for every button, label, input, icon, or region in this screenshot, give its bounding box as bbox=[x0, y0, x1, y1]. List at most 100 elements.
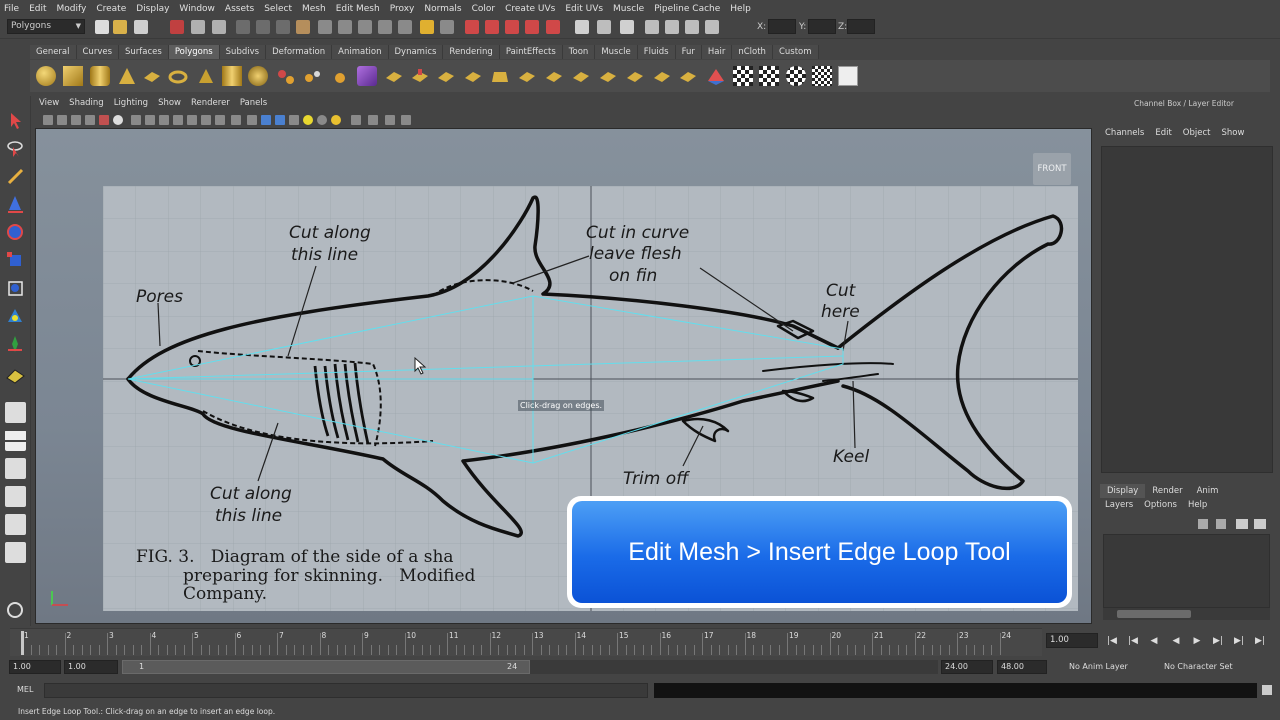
shadows-icon[interactable] bbox=[317, 115, 327, 125]
delete-edge-icon[interactable] bbox=[625, 66, 645, 86]
mirror-icon[interactable] bbox=[652, 66, 672, 86]
select-camera-icon[interactable] bbox=[43, 115, 53, 125]
safe-action-icon[interactable] bbox=[201, 115, 211, 125]
planar-map-icon[interactable] bbox=[706, 66, 726, 86]
last-tool-used-icon[interactable] bbox=[5, 364, 26, 385]
tab-deformation[interactable]: Deformation bbox=[266, 45, 333, 59]
snap-curve-icon[interactable] bbox=[256, 20, 270, 34]
tab-surfaces[interactable]: Surfaces bbox=[119, 45, 169, 59]
x-field[interactable] bbox=[768, 19, 796, 34]
bevel-icon[interactable] bbox=[490, 66, 510, 86]
tab-toon[interactable]: Toon bbox=[562, 45, 596, 59]
snap-surface-icon[interactable] bbox=[296, 20, 310, 34]
menu-select[interactable]: Select bbox=[264, 4, 292, 14]
rotate-tool-icon[interactable] bbox=[5, 222, 26, 243]
poly-cone-icon[interactable] bbox=[117, 66, 137, 86]
tab-fluids[interactable]: Fluids bbox=[637, 45, 676, 59]
go-to-start-icon[interactable]: |◀ bbox=[1106, 636, 1118, 646]
viewport-menu-show[interactable]: Show bbox=[158, 98, 181, 112]
poly-pipe-icon[interactable] bbox=[222, 66, 242, 86]
step-back-key-icon[interactable]: |◀ bbox=[1127, 636, 1139, 646]
lock-icon[interactable] bbox=[420, 20, 434, 34]
select-by-hierarchy-icon[interactable] bbox=[170, 20, 184, 34]
panel-toggle-icon[interactable] bbox=[620, 20, 634, 34]
viewport-menu-renderer[interactable]: Renderer bbox=[191, 98, 230, 112]
tab-polygons[interactable]: Polygons bbox=[168, 45, 220, 59]
layer-move-down-icon[interactable] bbox=[1254, 519, 1266, 529]
menu-help[interactable]: Help bbox=[730, 4, 751, 14]
current-frame-marker[interactable] bbox=[21, 631, 24, 655]
playback-start-field[interactable]: 1.00 bbox=[64, 660, 118, 674]
gate-mask-icon[interactable] bbox=[173, 115, 183, 125]
new-layer-from-selected-icon[interactable] bbox=[1216, 519, 1226, 529]
y-field[interactable] bbox=[808, 19, 836, 34]
tab-fur[interactable]: Fur bbox=[675, 45, 702, 59]
script-editor-icon[interactable] bbox=[1262, 685, 1272, 695]
tab-rendering[interactable]: Rendering bbox=[443, 45, 500, 59]
poly-cylinder-icon[interactable] bbox=[90, 66, 110, 86]
viewport-menu-shading[interactable]: Shading bbox=[69, 98, 104, 112]
viewport-menu-lighting[interactable]: Lighting bbox=[114, 98, 148, 112]
range-slider-track[interactable]: 1 24 bbox=[122, 660, 938, 674]
grid-icon[interactable] bbox=[131, 115, 141, 125]
merge-icon[interactable] bbox=[571, 66, 591, 86]
menu-muscle[interactable]: Muscle bbox=[613, 4, 644, 14]
tool-settings-icon[interactable] bbox=[665, 20, 679, 34]
append-polygon-icon[interactable] bbox=[436, 66, 456, 86]
select-by-object-icon[interactable] bbox=[191, 20, 205, 34]
combine-icon[interactable] bbox=[276, 66, 296, 86]
mel-input[interactable] bbox=[44, 683, 648, 698]
tab-anim-layers[interactable]: Anim bbox=[1189, 484, 1226, 498]
menu-pipeline-cache[interactable]: Pipeline Cache bbox=[654, 4, 720, 14]
select-tool-icon[interactable] bbox=[5, 110, 26, 131]
tab-animation[interactable]: Animation bbox=[332, 45, 389, 59]
anim-layer-label[interactable]: No Anim Layer bbox=[1069, 662, 1128, 671]
use-all-lights-icon[interactable] bbox=[303, 115, 313, 125]
layers-menu[interactable]: Layers bbox=[1105, 500, 1133, 510]
step-forward-frame-icon[interactable]: ▶| bbox=[1212, 636, 1224, 646]
new-layer-icon[interactable] bbox=[1198, 519, 1208, 529]
scale-tool-icon[interactable] bbox=[5, 250, 26, 271]
channel-box-icon[interactable] bbox=[685, 20, 699, 34]
backface-culling-icon[interactable] bbox=[401, 115, 411, 125]
film-gate-icon[interactable] bbox=[145, 115, 155, 125]
time-slider[interactable]: 1 2 3 4 5 6 7 8 9 10 11 12 13 14 15 16 17 18 19 20 21 22 23 24 bbox=[10, 628, 1042, 656]
move-tool-icon[interactable] bbox=[5, 194, 26, 215]
poly-prism-icon[interactable] bbox=[196, 66, 216, 86]
universal-manipulator-icon[interactable] bbox=[5, 278, 26, 299]
snap-grid-icon[interactable] bbox=[236, 20, 250, 34]
menu-modify[interactable]: Modify bbox=[57, 4, 87, 14]
tab-painteffects[interactable]: PaintEffects bbox=[499, 45, 563, 59]
two-d-pan-zoom-icon[interactable] bbox=[99, 115, 109, 125]
channel-edit-menu[interactable]: Edit bbox=[1155, 128, 1171, 142]
outliner-icon[interactable] bbox=[705, 20, 719, 34]
layer-options-menu[interactable]: Options bbox=[1144, 500, 1177, 510]
persp-graph-layout-icon[interactable] bbox=[5, 486, 26, 507]
go-to-end-icon[interactable]: ▶| bbox=[1254, 636, 1266, 646]
save-scene-icon[interactable] bbox=[134, 20, 148, 34]
help-line-icon[interactable] bbox=[398, 20, 412, 34]
hud-icon[interactable] bbox=[231, 115, 241, 125]
viewport-menu-view[interactable]: View bbox=[39, 98, 59, 112]
current-frame-field[interactable]: 1.00 bbox=[1046, 633, 1098, 648]
tab-muscle[interactable]: Muscle bbox=[595, 45, 638, 59]
layer-scrollbar-thumb[interactable] bbox=[1117, 610, 1191, 618]
uv-texture-editor-icon[interactable] bbox=[812, 66, 832, 86]
wireframe-on-shaded-icon[interactable] bbox=[275, 115, 285, 125]
menu-create-uvs[interactable]: Create UVs bbox=[505, 4, 555, 14]
split-polygon-icon[interactable] bbox=[463, 66, 483, 86]
layout-icon[interactable] bbox=[597, 20, 611, 34]
menu-assets[interactable]: Assets bbox=[225, 4, 254, 14]
step-forward-key-icon[interactable]: ▶| bbox=[1233, 636, 1245, 646]
channel-object-menu[interactable]: Object bbox=[1183, 128, 1211, 142]
layer-move-up-icon[interactable] bbox=[1236, 519, 1248, 529]
show-hide-icon[interactable] bbox=[575, 20, 589, 34]
channel-box-area[interactable] bbox=[1101, 146, 1273, 473]
menu-edit-uvs[interactable]: Edit UVs bbox=[565, 4, 603, 14]
spherical-map-icon[interactable] bbox=[759, 66, 779, 86]
camera-attributes-icon[interactable] bbox=[57, 115, 67, 125]
uv-snapshot-icon[interactable] bbox=[838, 66, 858, 86]
persp-graph-hypergraph-layout-icon[interactable] bbox=[5, 542, 26, 563]
render-view-icon[interactable] bbox=[465, 20, 479, 34]
bookmarks-icon[interactable] bbox=[71, 115, 81, 125]
